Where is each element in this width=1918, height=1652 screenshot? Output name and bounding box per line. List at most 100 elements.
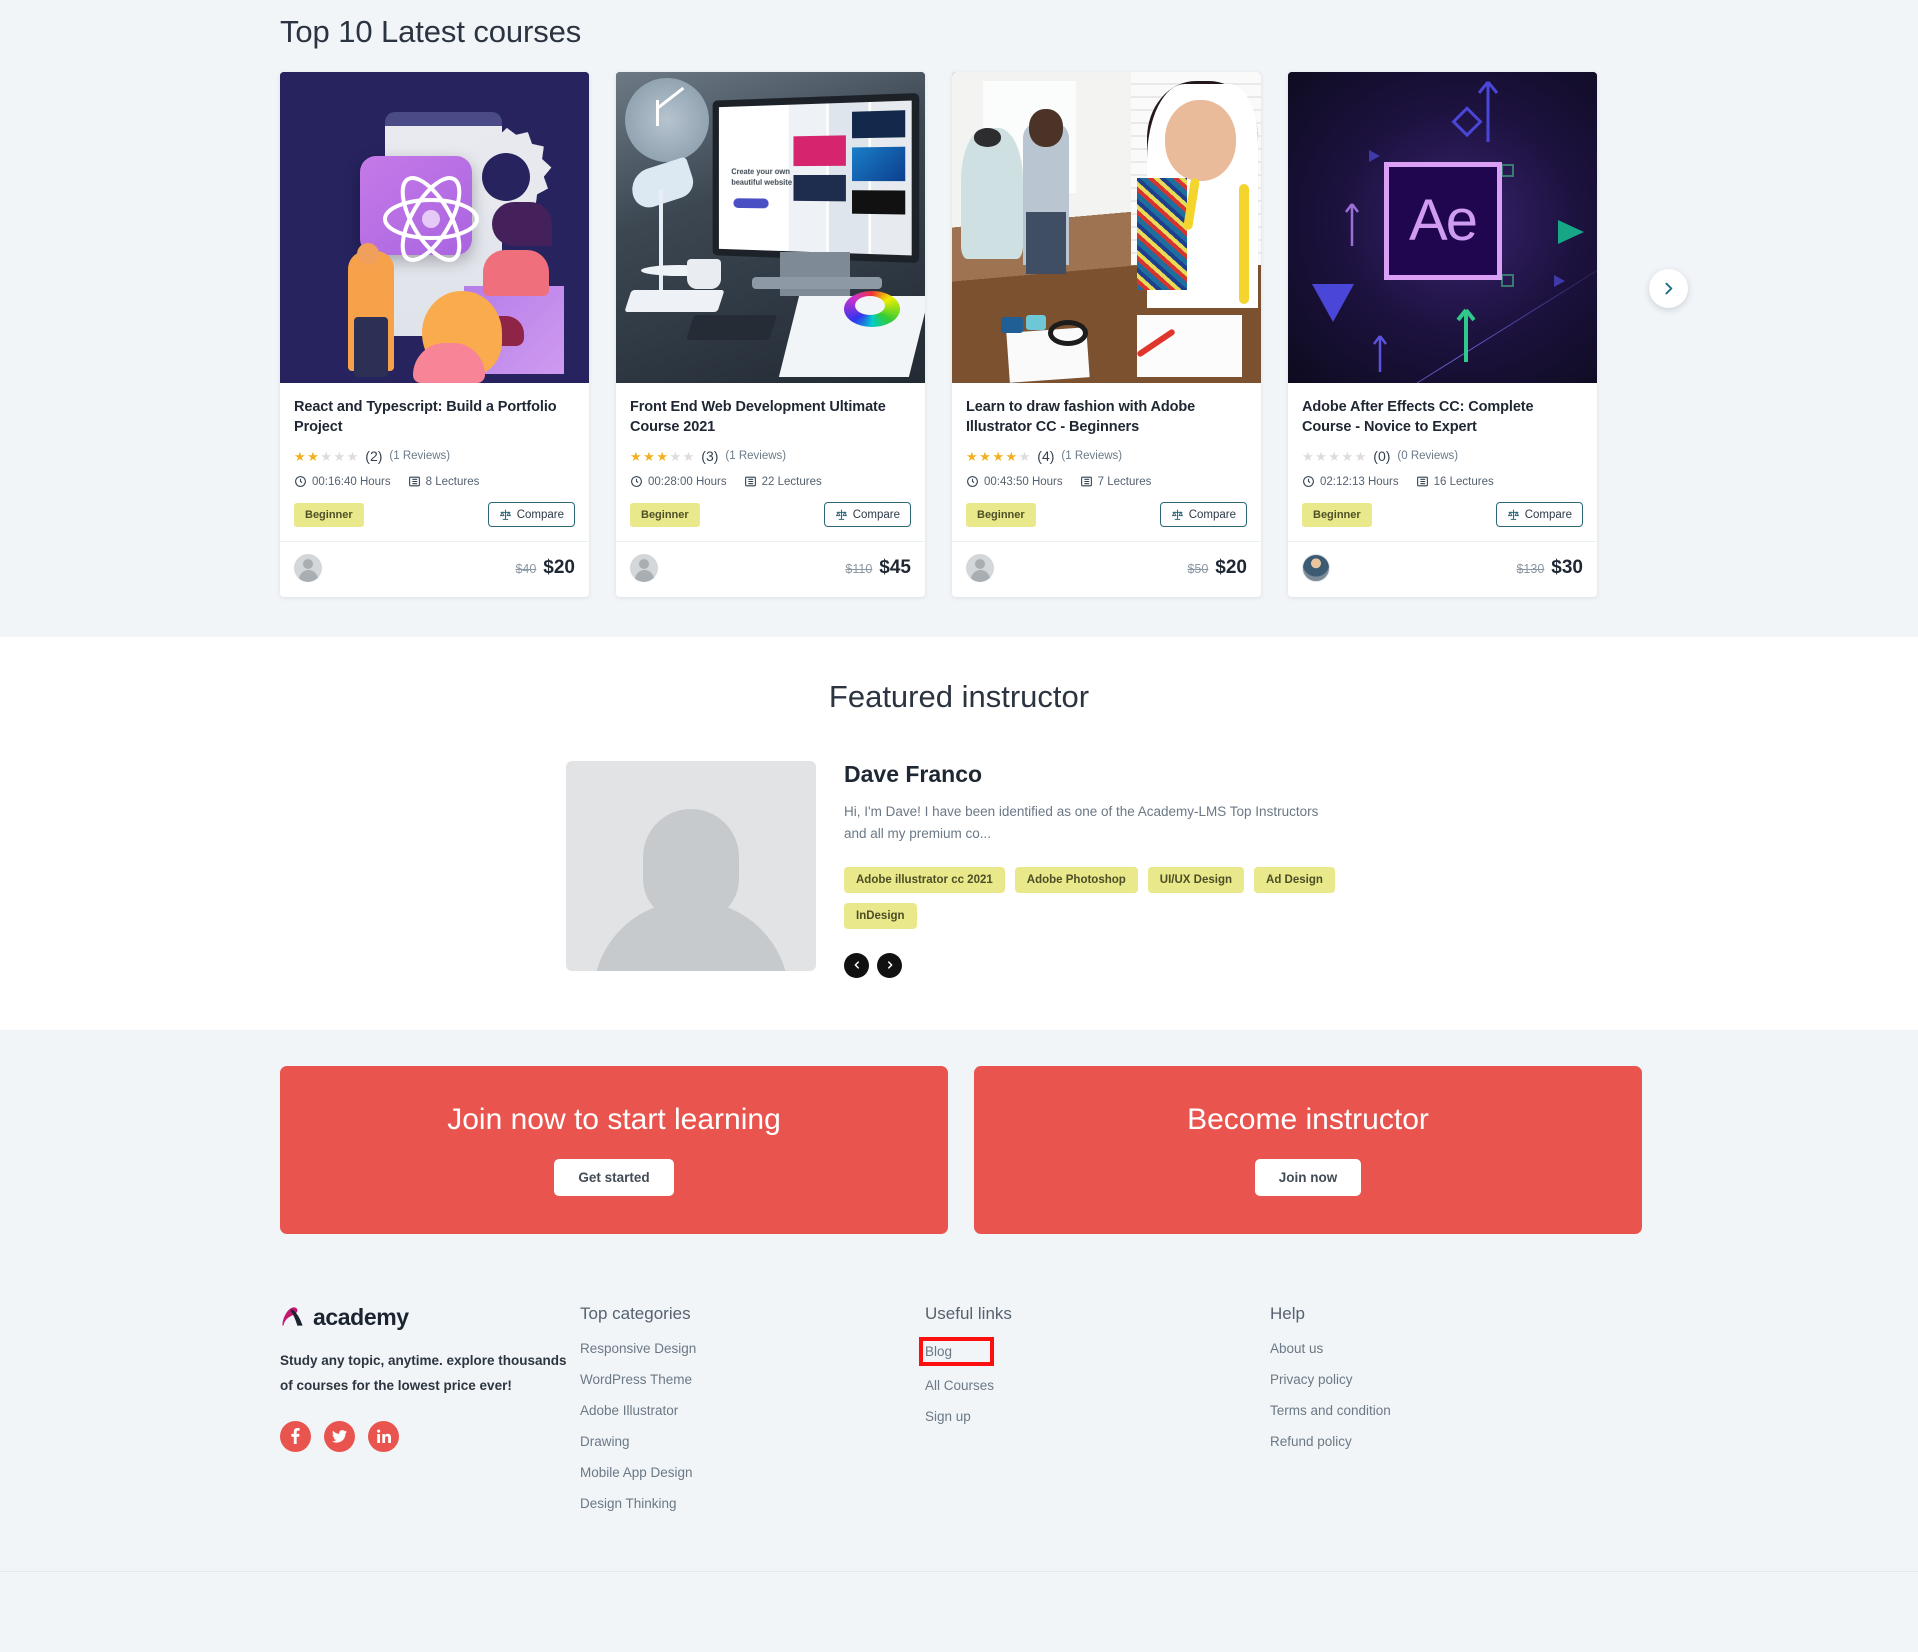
cta-title: Join now to start learning [447,1103,781,1137]
footer-link-design-thinking[interactable]: Design Thinking [580,1496,677,1511]
rating-value: (4) [1037,448,1055,464]
desk-photo: Create your own beautiful website [616,72,925,383]
chevron-left-icon [854,961,859,969]
rating-value: (3) [701,448,719,464]
footer-link-all-courses[interactable]: All Courses [925,1378,994,1393]
get-started-button[interactable]: Get started [554,1159,674,1197]
footer-link-refund-policy[interactable]: Refund policy [1270,1434,1352,1449]
avatar[interactable] [294,554,322,582]
course-tags: Beginner Compare [966,502,1247,541]
course-title[interactable]: Front End Web Development Ultimate Cours… [630,397,911,437]
balance-scale-icon [1507,509,1519,520]
brand-description: Study any topic, anytime. explore thousa… [280,1352,567,1393]
skill-chip[interactable]: UI/UX Design [1147,866,1245,893]
react-illustration [280,72,589,383]
price: $40 $20 [515,557,575,579]
instructor-prev-button[interactable] [844,952,869,978]
course-thumbnail-desk[interactable]: Create your own beautiful website [616,72,925,383]
avatar[interactable] [1302,554,1330,582]
cta-card-instructor: Become instructor Join now [974,1065,1642,1234]
course-card[interactable]: Create your own beautiful website Front E… [616,72,925,597]
footer-link-blog[interactable]: Blog [918,1336,995,1366]
footer-link-about-us[interactable]: About us [1270,1341,1323,1356]
skill-chip[interactable]: InDesign [844,902,917,929]
latest-courses-section: Top 10 Latest courses React and Typescri… [0,0,1918,637]
course-meta: 00:43:50 Hours 7 Lectures [966,475,1247,488]
footer-help-column: Help About us Privacy policy Terms and c… [1270,1304,1615,1527]
price-original: $40 [515,562,537,576]
duration-text: 00:28:00 Hours [648,475,727,488]
price-original: $50 [1187,562,1209,576]
course-thumbnail-react[interactable] [280,72,589,383]
course-title[interactable]: Learn to draw fashion with Adobe Illustr… [966,397,1247,437]
join-now-button[interactable]: Join now [1254,1159,1362,1197]
linkedin-icon[interactable] [368,1420,399,1452]
compare-button[interactable]: Compare [487,502,575,527]
list-icon [744,476,756,487]
skill-chip[interactable]: Adobe Photoshop [1014,866,1138,893]
review-count: (1 Reviews) [389,450,451,462]
footer-link-terms[interactable]: Terms and condition [1270,1403,1391,1418]
course-meta: 00:16:40 Hours 8 Lectures [294,475,575,488]
course-card-footer: $130 $30 [1288,541,1597,597]
course-rating: ★ ★ ★ ★ ★ (4) (1 Reviews) [966,448,1247,464]
brand-logo[interactable]: academy [280,1304,580,1331]
compare-button[interactable]: Compare [1495,502,1583,527]
featured-instructor-section: Featured instructor Dave Franco Hi, I'm … [0,637,1918,1030]
compare-button[interactable]: Compare [823,502,911,527]
course-meta: 00:28:00 Hours 22 Lectures [630,475,911,488]
course-title[interactable]: React and Typescript: Build a Portfolio … [294,397,575,437]
price-original: $110 [845,562,873,576]
footer-link-mobile-app-design[interactable]: Mobile App Design [580,1465,693,1480]
lectures-meta: 7 Lectures [1080,475,1151,488]
course-tags: Beginner Compare [294,502,575,541]
review-count: (0 Reviews) [1397,450,1459,462]
academy-a-logo [282,1307,303,1326]
course-rating: ★ ★ ★ ★ ★ (3) (1 Reviews) [630,448,911,464]
level-badge: Beginner [1302,502,1372,527]
course-card[interactable]: React and Typescript: Build a Portfolio … [280,72,589,597]
review-count: (1 Reviews) [725,450,787,462]
course-title[interactable]: Adobe After Effects CC: Complete Course … [1302,397,1583,437]
fashion-photo [952,72,1261,383]
footer-link-wordpress-theme[interactable]: WordPress Theme [580,1372,692,1387]
footer-link-privacy-policy[interactable]: Privacy policy [1270,1372,1353,1387]
avatar[interactable] [630,554,658,582]
compare-button[interactable]: Compare [1159,502,1247,527]
course-card-footer: $50 $20 [952,541,1261,597]
footer-link-adobe-illustrator[interactable]: Adobe Illustrator [580,1403,678,1418]
course-tags: Beginner Compare [630,502,911,541]
course-thumbnail-fashion[interactable] [952,72,1261,383]
skill-chip[interactable]: Adobe illustrator cc 2021 [844,866,1005,893]
instructor-name: Dave Franco [844,761,983,787]
course-thumbnail-after-effects[interactable]: Ae [1288,72,1597,383]
avatar[interactable] [966,554,994,582]
instructor-details: Dave Franco Hi, I'm Dave! I have been id… [844,761,1344,978]
price-current: $45 [879,557,911,578]
price-current: $20 [1215,557,1247,578]
skill-chip[interactable]: Ad Design [1254,866,1335,893]
cta-section: Join now to start learning Get started B… [0,1029,1918,1280]
footer-link-drawing[interactable]: Drawing [580,1434,630,1449]
instructor-next-button[interactable] [877,952,902,978]
footer-categories-column: Top categories Responsive Design WordPre… [580,1304,925,1527]
course-card[interactable]: Learn to draw fashion with Adobe Illustr… [952,72,1261,597]
site-footer: academy Study any topic, anytime. explor… [0,1279,1918,1632]
price-current: $30 [1551,557,1583,578]
list-icon [1416,476,1428,487]
compare-label: Compare [852,508,900,521]
footer-column-title: Top categories [580,1303,691,1323]
twitter-icon[interactable] [324,1420,355,1452]
chevron-right-icon [1665,282,1673,295]
star-rating-icon: ★ ★ ★ ★ ★ [630,448,695,464]
course-card[interactable]: Ae Adobe After Effects CC: Complete Cour… [1288,72,1597,597]
lectures-meta: 8 Lectures [408,475,479,488]
carousel-next-button[interactable] [1649,269,1688,308]
footer-link-sign-up[interactable]: Sign up [925,1409,971,1424]
level-badge: Beginner [966,502,1036,527]
footer-link-responsive-design[interactable]: Responsive Design [580,1341,696,1356]
review-count: (1 Reviews) [1061,450,1123,462]
footer-columns: academy Study any topic, anytime. explor… [0,1304,1918,1527]
facebook-icon[interactable] [280,1420,311,1452]
compare-label: Compare [1188,508,1236,521]
